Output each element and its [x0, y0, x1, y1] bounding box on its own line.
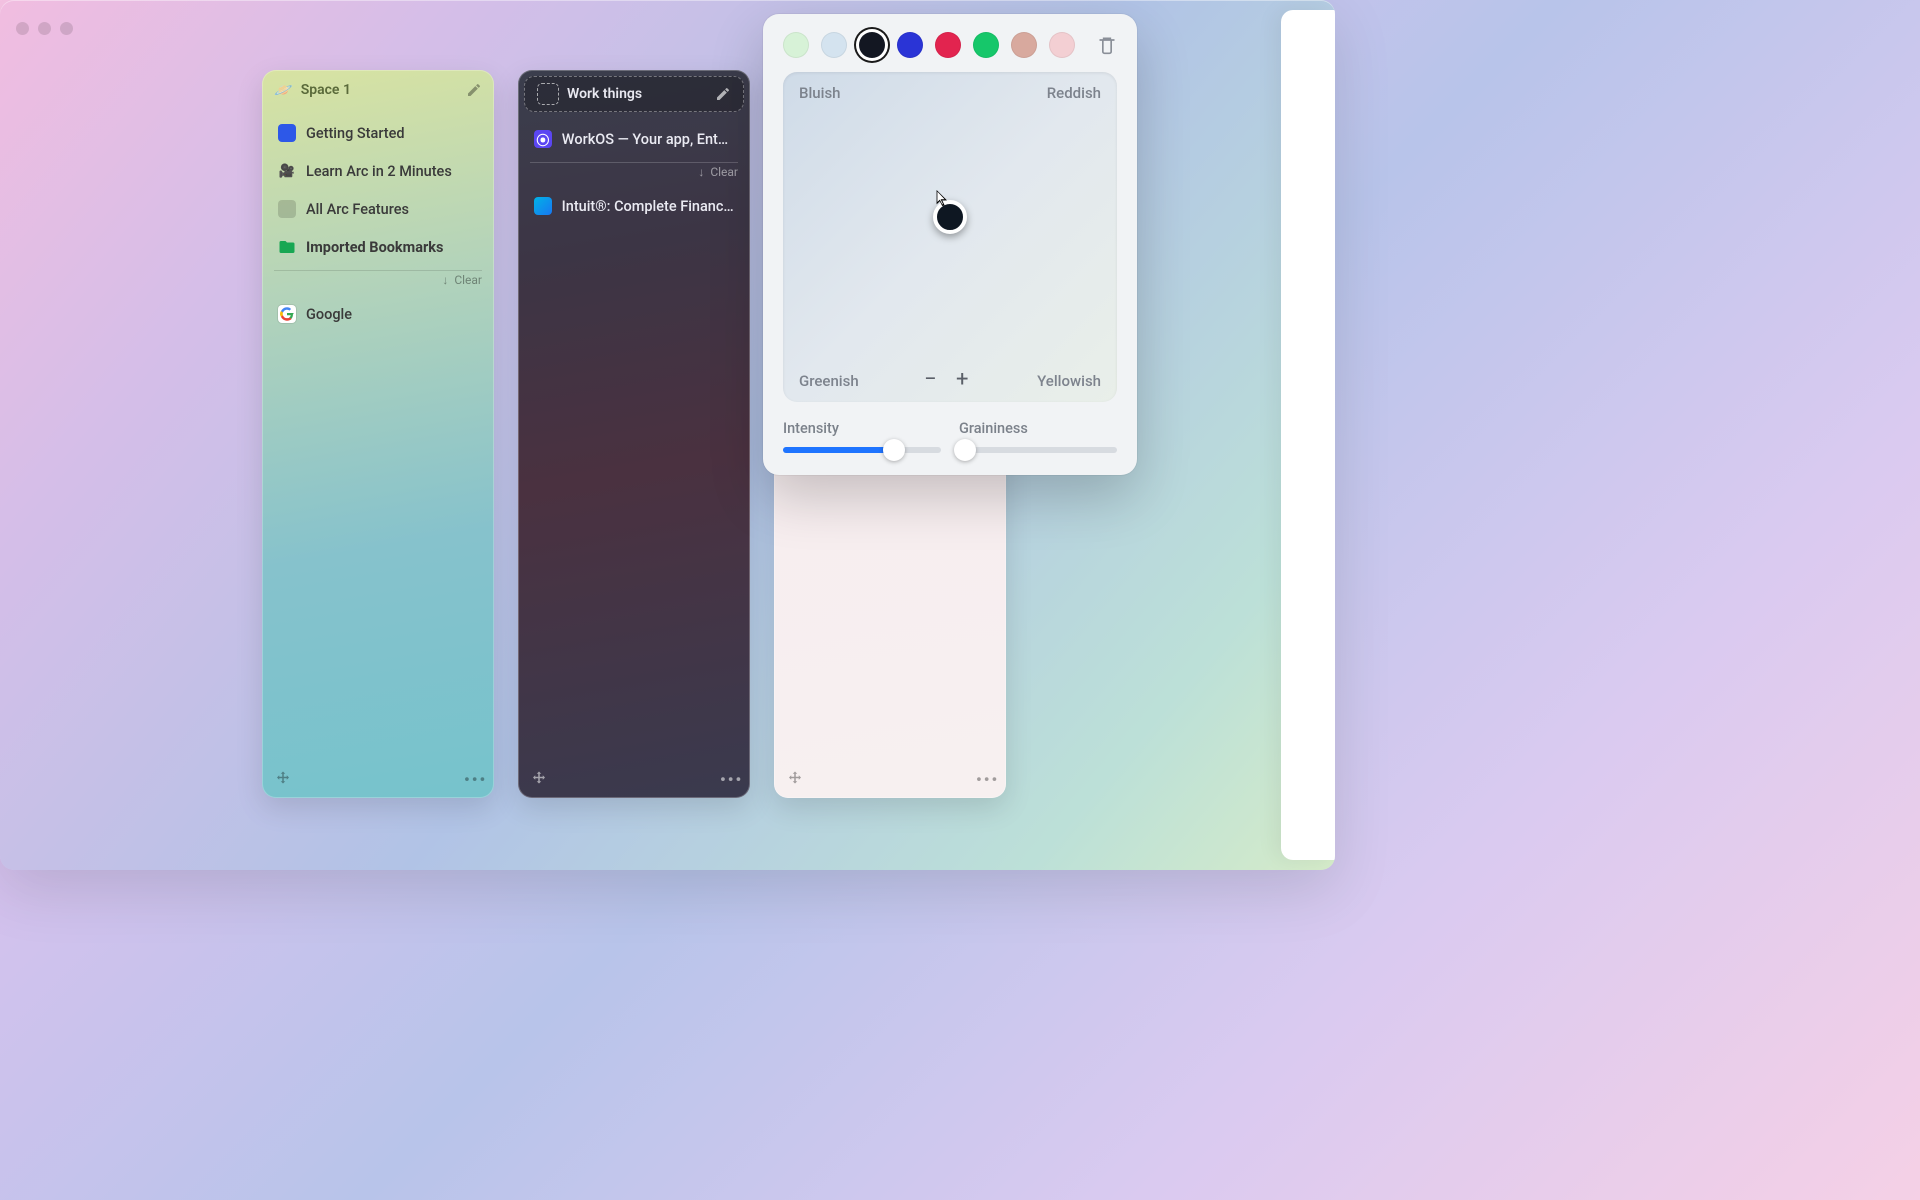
more-options-icon[interactable]: ••• — [720, 770, 738, 788]
sidebar-item[interactable]: Google — [272, 297, 484, 331]
color-swatch[interactable] — [897, 32, 923, 58]
more-options-icon[interactable]: ••• — [464, 770, 482, 788]
space-card-footer: ••• — [786, 770, 994, 788]
pad-label-greenish: Greenish — [799, 372, 859, 390]
move-handle-icon[interactable] — [530, 770, 548, 788]
space-card-1: 🪐 Space 1 Getting Started 🎥 Learn Arc in… — [262, 70, 494, 798]
clear-label: Clear — [454, 273, 482, 287]
favicon-workos-icon: ⦿ — [534, 130, 552, 148]
favicon-camera-icon: 🎥 — [278, 162, 296, 180]
browser-window: ✕ 🪐 Space 1 Getting Started 🎥 Learn Arc … — [0, 0, 1335, 870]
sidebar-item-label: Learn Arc in 2 Minutes — [306, 163, 452, 180]
color-swatch[interactable] — [973, 32, 999, 58]
space-card-footer: ••• — [274, 770, 482, 788]
color-swatch[interactable] — [783, 32, 809, 58]
move-handle-icon[interactable] — [786, 770, 804, 788]
favicon-blue-square-icon — [278, 124, 296, 142]
move-handle-icon[interactable] — [274, 770, 292, 788]
favicon-grey-square-icon — [278, 200, 296, 218]
pencil-icon[interactable] — [466, 82, 482, 98]
space-title: Space 1 — [301, 82, 458, 98]
sidebar-item[interactable]: Intuit®: Complete Financi… — [528, 189, 740, 223]
sidebar-item-label: Intuit®: Complete Financi… — [562, 198, 734, 215]
graininess-label: Graininess — [959, 420, 1117, 437]
sidebar-item-label: Google — [306, 306, 352, 323]
slider-track[interactable] — [959, 447, 1117, 453]
slider-fill — [783, 447, 894, 453]
zoom-in-button[interactable]: + — [956, 367, 968, 392]
space-open-tabs: Intuit®: Complete Financi… — [518, 183, 750, 223]
space-header[interactable]: Work things — [524, 76, 744, 112]
sidebar-item-label: Getting Started — [306, 125, 405, 142]
slider-track[interactable] — [783, 447, 941, 453]
clear-tabs-button[interactable]: ↓ Clear — [274, 270, 482, 287]
space-icon-placeholder[interactable] — [537, 83, 559, 105]
slider-thumb[interactable] — [883, 439, 905, 461]
graininess-slider[interactable]: Graininess — [959, 420, 1117, 453]
pad-label-yellowish: Yellowish — [1037, 372, 1101, 390]
intensity-label: Intensity — [783, 420, 941, 437]
color-swatch-row — [783, 32, 1117, 58]
color-swatch[interactable] — [1049, 32, 1075, 58]
window-traffic-lights — [16, 22, 73, 35]
traffic-light-close[interactable] — [16, 22, 29, 35]
sidebar-item-label: Imported Bookmarks — [306, 239, 444, 256]
space-card-2: Work things ⦿ WorkOS — Your app, Ente… ↓… — [518, 70, 750, 798]
sidebar-item-label: WorkOS — Your app, Ente… — [562, 131, 734, 148]
trash-icon[interactable] — [1097, 35, 1117, 55]
space-items: Getting Started 🎥 Learn Arc in 2 Minutes… — [262, 110, 494, 264]
pad-label-reddish: Reddish — [1047, 84, 1101, 102]
sidebar-item[interactable]: Imported Bookmarks — [272, 230, 484, 264]
sidebar-item[interactable]: All Arc Features — [272, 192, 484, 226]
zoom-out-button[interactable]: − — [924, 367, 937, 392]
sidebar-item[interactable]: 🎥 Learn Arc in 2 Minutes — [272, 154, 484, 188]
sidebar-item[interactable]: Getting Started — [272, 116, 484, 150]
sidebar-item[interactable]: ⦿ WorkOS — Your app, Ente… — [528, 122, 740, 156]
color-picker-pad[interactable]: Bluish Reddish Greenish Yellowish − + — [783, 72, 1117, 402]
slider-row: Intensity Graininess — [783, 420, 1117, 453]
download-arrow-icon: ↓ — [442, 273, 448, 287]
space-header[interactable]: 🪐 Space 1 — [262, 70, 494, 110]
clear-tabs-button[interactable]: ↓ Clear — [530, 162, 738, 179]
space-card-footer: ••• — [530, 770, 738, 788]
space-items: ⦿ WorkOS — Your app, Ente… — [518, 116, 750, 156]
traffic-light-zoom[interactable] — [60, 22, 73, 35]
sidebar-item-label: All Arc Features — [306, 201, 409, 218]
cursor-arrow-icon — [935, 188, 951, 208]
space-icon: 🪐 — [274, 81, 293, 99]
intensity-slider[interactable]: Intensity — [783, 420, 941, 453]
pad-label-bluish: Bluish — [799, 84, 841, 102]
space-title: Work things — [567, 86, 707, 102]
favicon-intuit-icon — [534, 197, 552, 215]
clear-label: Clear — [710, 165, 738, 179]
theme-color-panel: Bluish Reddish Greenish Yellowish − + In… — [763, 14, 1137, 475]
download-arrow-icon: ↓ — [698, 165, 704, 179]
color-swatch[interactable] — [859, 32, 885, 58]
color-swatch[interactable] — [1011, 32, 1037, 58]
color-swatch[interactable] — [821, 32, 847, 58]
slider-thumb[interactable] — [954, 439, 976, 461]
favicon-google-icon — [278, 305, 296, 323]
folder-icon — [278, 238, 296, 256]
docked-side-card — [1281, 10, 1335, 860]
pencil-icon[interactable] — [715, 86, 731, 102]
color-swatch[interactable] — [935, 32, 961, 58]
space-open-tabs: Google — [262, 291, 494, 331]
more-options-icon[interactable]: ••• — [976, 770, 994, 788]
traffic-light-minimize[interactable] — [38, 22, 51, 35]
